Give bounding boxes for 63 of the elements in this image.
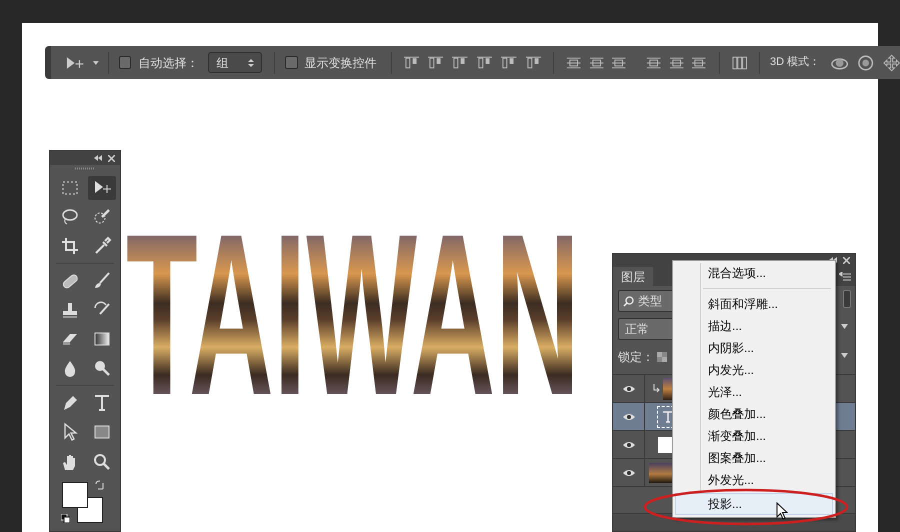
lasso-icon — [60, 207, 80, 227]
align-left-icon[interactable] — [476, 54, 492, 70]
eye-icon[interactable] — [622, 412, 636, 420]
filter-dropdown[interactable]: 类型 — [618, 290, 674, 312]
align-right-icon[interactable] — [526, 54, 542, 70]
auto-align-icon[interactable] — [732, 54, 747, 70]
close-icon[interactable] — [843, 256, 850, 264]
tool-button[interactable] — [88, 176, 116, 200]
distribute-middle-icon[interactable] — [588, 54, 604, 70]
stamp-icon — [60, 300, 80, 320]
auto-select-dropdown[interactable]: 组 — [208, 52, 262, 73]
align-bottom-icon[interactable] — [452, 54, 468, 70]
type-icon — [92, 393, 112, 413]
align-top-icon[interactable] — [404, 54, 419, 70]
show-transform-label: 显示变换控件 — [304, 54, 377, 72]
blend-mode-dropdown[interactable]: 正常 — [618, 318, 674, 340]
magnifier-icon — [92, 358, 112, 378]
distribute-right-icon[interactable] — [691, 54, 707, 70]
caret-icon[interactable] — [841, 353, 848, 358]
menu-item[interactable]: 斜面和浮雕... — [675, 293, 833, 315]
menu-item[interactable]: 渐变叠加... — [675, 425, 833, 447]
grip-icon — [75, 167, 95, 170]
crop-icon — [60, 236, 80, 256]
lock-label: 锁定： — [618, 349, 654, 366]
checkbox[interactable] — [285, 56, 298, 69]
clip-arrow-icon — [653, 384, 660, 393]
menu-item[interactable]: 光泽... — [675, 381, 833, 403]
panel-menu-icon[interactable] — [839, 272, 851, 282]
close-icon[interactable] — [108, 154, 115, 162]
align-middle-icon[interactable] — [428, 54, 444, 70]
brush-icon — [92, 271, 112, 291]
default-colors-icon[interactable] — [61, 514, 70, 523]
align-center-icon[interactable] — [501, 54, 517, 70]
zoom-icon — [92, 452, 112, 472]
menu-item[interactable]: 图案叠加... — [675, 447, 833, 469]
auto-select-label: 自动选择： — [138, 54, 198, 72]
menu-item[interactable]: 颜色叠加... — [675, 403, 833, 425]
eye-icon[interactable] — [622, 440, 636, 448]
distribute-bottom-icon[interactable] — [610, 54, 626, 70]
layers-tab[interactable]: 图层 — [613, 267, 653, 286]
eye-icon[interactable] — [622, 384, 636, 392]
menu-item[interactable]: 外发光... — [675, 469, 833, 491]
checkbox[interactable] — [118, 56, 132, 69]
distribute-top-icon[interactable] — [566, 54, 582, 70]
menu-item[interactable]: 混合选项... — [675, 262, 833, 284]
distribute-left-icon[interactable] — [646, 54, 662, 70]
roll-icon[interactable] — [857, 54, 875, 72]
search-icon — [623, 296, 634, 306]
filter-toggle[interactable] — [843, 290, 851, 308]
cursor-icon — [776, 502, 788, 520]
pan-icon[interactable] — [882, 54, 900, 72]
menu-item[interactable]: 内阴影... — [675, 337, 833, 359]
spinner-icon — [248, 58, 254, 68]
eye-icon[interactable] — [622, 468, 636, 476]
caret-icon[interactable] — [841, 324, 848, 329]
caret-icon[interactable] — [92, 60, 100, 66]
menu-item[interactable]: 投影... — [675, 493, 833, 515]
foreground-swatch[interactable] — [62, 482, 88, 508]
mode-label: 3D 模式： — [770, 55, 820, 70]
move-tool-icon[interactable] — [65, 54, 86, 70]
menu-item[interactable]: 描边... — [675, 315, 833, 337]
distribute-center-icon[interactable] — [668, 54, 684, 70]
menu-item[interactable]: 内发光... — [675, 359, 833, 381]
